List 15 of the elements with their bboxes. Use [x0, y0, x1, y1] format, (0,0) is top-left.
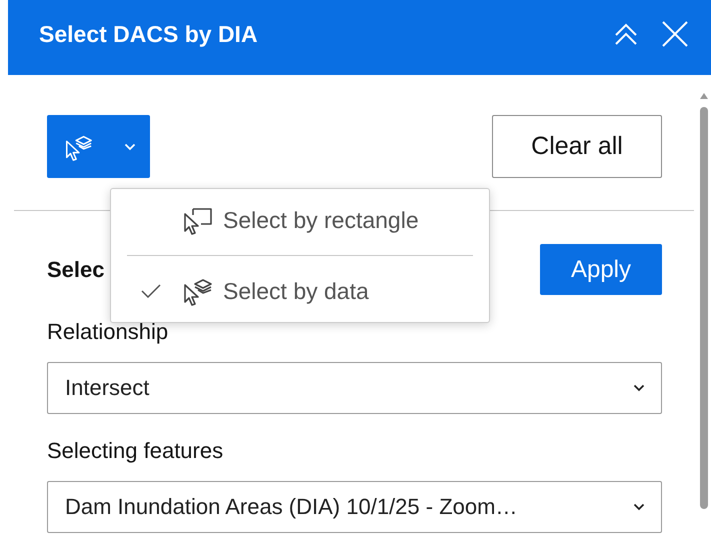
field-label: Selecting features: [47, 438, 224, 464]
chevron-down-icon: [633, 503, 645, 511]
select-field[interactable]: Dam Inundation Areas (DIA) 10/1/25 - Zoom…: [47, 481, 662, 533]
select-field[interactable]: Intersect: [47, 362, 662, 414]
window-title: Select DACS by DIA: [39, 21, 258, 48]
section-title: Selec: [47, 256, 104, 282]
menu-item[interactable]: Select by data: [111, 264, 489, 318]
menu-item[interactable]: Select by rectangle: [111, 193, 489, 247]
field-label: Relationship: [47, 319, 170, 345]
apply-button[interactable]: Apply: [540, 244, 662, 295]
chevron-down-icon: [633, 384, 645, 392]
clear-all-button[interactable]: Clear all: [492, 115, 662, 178]
select-tool-button[interactable]: [47, 115, 109, 178]
close-icon[interactable]: [661, 20, 689, 48]
chevron-down-icon: [124, 142, 136, 150]
